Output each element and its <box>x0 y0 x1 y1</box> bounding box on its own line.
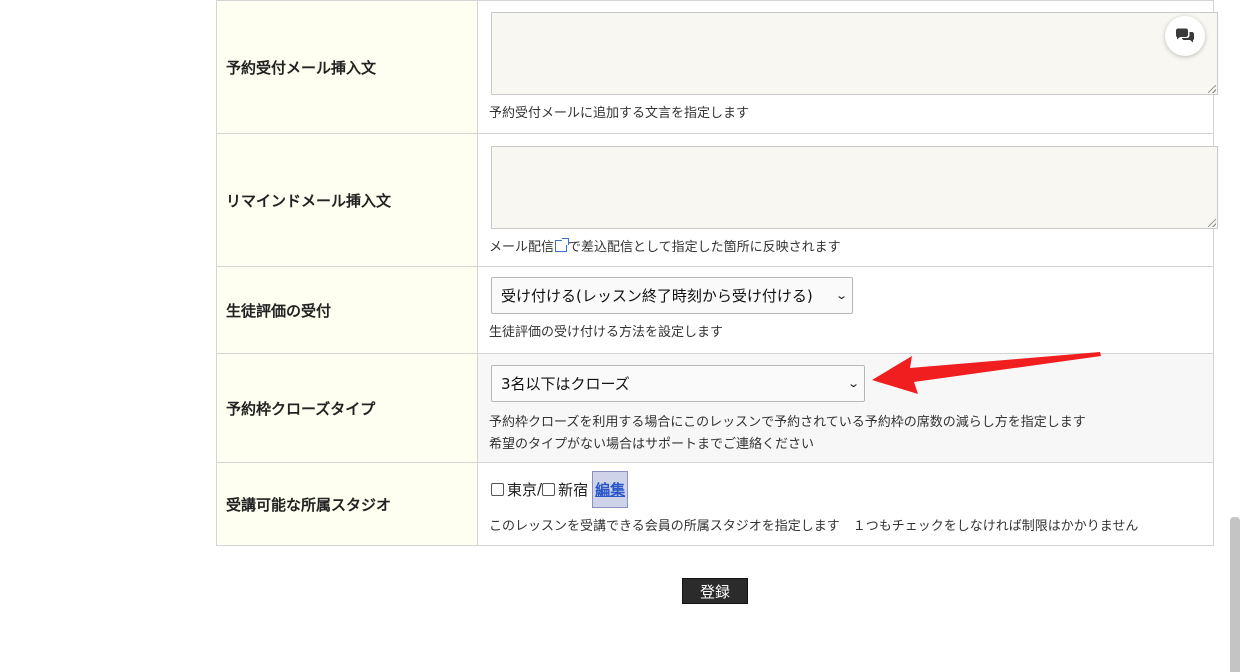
selected-value: 3名以下はクローズ <box>501 374 630 393</box>
form-row-remind-mail: リマインドメール挿入文 メール配信 で差込配信として指定した箇所に反映されます <box>216 133 1218 267</box>
help-text-line-1: 予約枠クローズを利用する場合にこのレッスンで予約されている予約枠の席数の減らし方… <box>489 414 1086 430</box>
studio-label-tokyo: 東京 <box>507 480 538 499</box>
studio-checkbox-group: 東京 / 新宿 編集 <box>491 470 1208 508</box>
selected-value: 受け付ける(レッスン終了時刻から受け付ける) <box>501 286 813 305</box>
studio-label-shinjuku: 新宿 <box>558 480 589 499</box>
row-label: 予約受付メール挿入文 <box>216 0 478 134</box>
help-text: 生徒評価の受け付ける方法を設定します <box>489 324 724 340</box>
student-evaluation-select[interactable]: 受け付ける(レッスン終了時刻から受け付ける) ⌄ <box>491 276 853 314</box>
studio-checkbox-tokyo[interactable] <box>491 482 504 496</box>
edit-studios-link[interactable]: 編集 <box>592 470 629 508</box>
mail-delivery-link[interactable]: メール配信 <box>489 240 554 255</box>
chevron-down-icon: ⌄ <box>834 288 848 302</box>
help-text: このレッスンを受講できる会員の所属スタジオを指定します １つもチェックをしなけれ… <box>489 518 1139 534</box>
page-scrollbar-thumb[interactable] <box>1230 517 1240 672</box>
remind-mail-textarea[interactable] <box>491 145 1218 229</box>
row-value: メール配信 で差込配信として指定した箇所に反映されます <box>477 133 1218 267</box>
row-value: 東京 / 新宿 編集 このレッスンを受講できる会員の所属スタジオを指定します １… <box>477 462 1214 546</box>
close-type-select[interactable]: 3名以下はクローズ ⌄ <box>491 364 865 402</box>
help-text-line-2: 希望のタイプがない場合はサポートまでご連絡ください <box>489 436 815 452</box>
row-value: 予約受付メールに追加する文言を指定します <box>477 0 1218 134</box>
row-label: 受講可能な所属スタジオ <box>216 462 478 546</box>
lesson-settings-form-table: 予約受付メール挿入文 予約受付メールに追加する文言を指定します リマインドメール… <box>216 0 1218 546</box>
form-row-reservation-mail: 予約受付メール挿入文 予約受付メールに追加する文言を指定します <box>216 0 1218 134</box>
external-link-icon <box>555 237 570 252</box>
form-row-student-evaluation: 生徒評価の受付 受け付ける(レッスン終了時刻から受け付ける) ⌄ 生徒評価の受け… <box>216 266 1214 354</box>
submit-button[interactable]: 登録 <box>682 578 748 604</box>
studio-checkbox-shinjuku[interactable] <box>542 482 556 496</box>
reservation-mail-textarea[interactable] <box>491 11 1218 95</box>
red-arrow-annotation <box>872 352 1101 394</box>
chat-button[interactable] <box>1165 16 1205 56</box>
chevron-down-icon: ⌄ <box>846 376 860 390</box>
page: 予約受付メール挿入文 予約受付メールに追加する文言を指定します リマインドメール… <box>0 0 1240 672</box>
help-text-rest: で差込配信として指定した箇所に反映されます <box>568 239 841 255</box>
resize-grip-icon[interactable] <box>1208 218 1216 227</box>
chat-bubbles-icon <box>1176 28 1194 43</box>
form-row-studios: 受講可能な所属スタジオ 東京 / 新宿 編集 このレッスンを受講できる会員の所属… <box>216 462 1214 546</box>
row-label: 予約枠クローズタイプ <box>216 353 478 463</box>
help-text: 予約受付メールに追加する文言を指定します <box>489 105 750 121</box>
row-value: 受け付ける(レッスン終了時刻から受け付ける) ⌄ 生徒評価の受け付ける方法を設定… <box>477 266 1214 354</box>
resize-grip-icon[interactable] <box>1208 84 1216 93</box>
row-label: リマインドメール挿入文 <box>216 133 478 267</box>
row-label: 生徒評価の受付 <box>216 266 478 354</box>
help-text: メール配信 で差込配信として指定した箇所に反映されます <box>489 237 1208 259</box>
